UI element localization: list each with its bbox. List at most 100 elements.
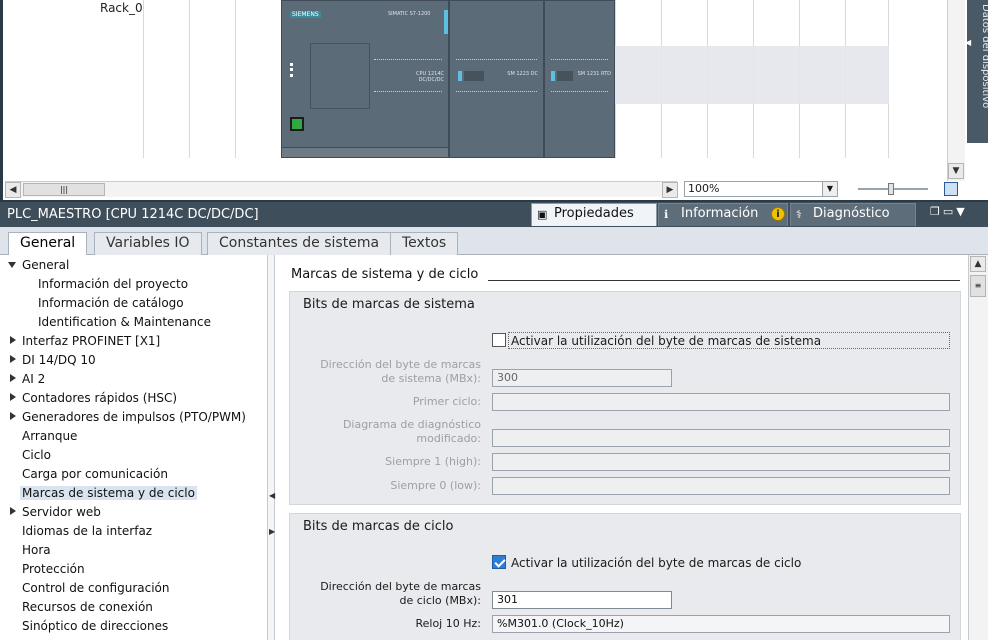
- tree-item-connection-resources[interactable]: Recursos de conexión: [22, 600, 153, 614]
- scroll-up-icon[interactable]: ▲: [970, 256, 986, 272]
- fit-view-icon[interactable]: [944, 182, 958, 196]
- cpu-cover: [310, 43, 370, 109]
- field-label: de ciclo (MBx):: [399, 594, 481, 607]
- scroll-left-icon[interactable]: ◀: [5, 182, 21, 198]
- subtab-general[interactable]: General: [8, 232, 88, 256]
- content-vertical-scrollbar[interactable]: ▲ ≡: [968, 255, 988, 640]
- tree-item-time[interactable]: Hora: [22, 543, 51, 557]
- tree-item-di-dq[interactable]: DI 14/DQ 10: [22, 353, 96, 367]
- scroll-thumb[interactable]: |||: [23, 183, 105, 196]
- scroll-thumb[interactable]: ≡: [970, 275, 986, 297]
- tree-item-cycle[interactable]: Ciclo: [22, 448, 51, 462]
- zoom-dropdown-icon[interactable]: ▼: [822, 181, 838, 197]
- io-strip: [456, 59, 537, 62]
- tree-item-protection[interactable]: Protección: [22, 562, 85, 576]
- signal-module-1[interactable]: SM 1223 DC: [449, 0, 544, 158]
- properties-title: PLC_MAESTRO [CPU 1214C DC/DC/DC]: [7, 207, 259, 222]
- clock-bits-checkbox[interactable]: [492, 555, 506, 569]
- tree-item-general[interactable]: General: [22, 258, 69, 272]
- tab-information[interactable]: ℹ Información: [658, 203, 788, 226]
- module-slot: [464, 71, 484, 81]
- group-title: Bits de marcas de ciclo: [303, 519, 454, 534]
- io-strip: [551, 59, 608, 62]
- rack-slot[interactable]: [189, 0, 235, 158]
- field-label: Reloj 10 Hz:: [415, 617, 481, 630]
- tree-item-identification[interactable]: Identification & Maintenance: [38, 315, 211, 329]
- scroll-right-icon[interactable]: ▶: [662, 182, 678, 198]
- device-data-side-tab[interactable]: Datos del dispositivo: [967, 0, 988, 143]
- tree-item-startup[interactable]: Arranque: [22, 429, 77, 443]
- clock-10hz-field[interactable]: %M301.0 (Clock_10Hz): [492, 615, 950, 633]
- tree-item-ai[interactable]: AI 2: [22, 372, 45, 386]
- device-view[interactable]: Rack_0 SIEMENS SIMATIC S7-1200 CPU 1214C…: [0, 0, 988, 200]
- device-horizontal-scrollbar[interactable]: ◀ ||| ▶: [5, 181, 678, 198]
- cpu-indicator: [444, 10, 448, 34]
- tree-item-config-control[interactable]: Control de configuración: [22, 581, 170, 595]
- module-slot: [557, 71, 573, 81]
- collapsed-arrow-icon[interactable]: [10, 412, 16, 420]
- signal-module-2[interactable]: SM 1231 RTD: [544, 0, 615, 158]
- collapse-icon[interactable]: ▼: [956, 205, 967, 218]
- sub-tab-bar: General Variables IO Constantes de siste…: [0, 227, 988, 256]
- system-bits-checkbox[interactable]: [492, 333, 506, 347]
- collapsed-arrow-icon[interactable]: [10, 374, 16, 382]
- system-byte-address-field[interactable]: 300: [492, 369, 672, 387]
- window-controls[interactable]: ❐▭▼: [930, 205, 968, 218]
- first-cycle-field[interactable]: [492, 393, 950, 411]
- cpu-terminal-strip: [282, 147, 448, 157]
- field-label: Siempre 0 (low):: [390, 479, 481, 492]
- collapsed-arrow-icon[interactable]: [10, 507, 16, 515]
- collapsed-arrow-icon[interactable]: [10, 336, 16, 344]
- collapse-arrow-icon[interactable]: ◀: [965, 38, 971, 50]
- rack-slot[interactable]: [143, 0, 189, 158]
- module-led: [551, 71, 555, 81]
- collapsed-arrow-icon[interactable]: [10, 393, 16, 401]
- tree-item-pulse-generators[interactable]: Generadores de impulsos (PTO/PWM): [22, 410, 246, 424]
- field-label: Siempre 1 (high):: [385, 455, 481, 468]
- collapse-left-icon[interactable]: ◀: [269, 491, 275, 500]
- module-led: [458, 71, 462, 81]
- tree-item-hsc[interactable]: Contadores rápidos (HSC): [22, 391, 177, 405]
- maximize-icon[interactable]: ▭: [943, 205, 956, 218]
- tree-item-profinet[interactable]: Interfaz PROFINET [X1]: [22, 334, 160, 348]
- cpu-model: SIMATIC S7-1200: [388, 11, 431, 17]
- always-high-field[interactable]: [492, 453, 950, 471]
- tree-item-web-server[interactable]: Servidor web: [22, 505, 101, 519]
- cpu-module[interactable]: SIEMENS SIMATIC S7-1200 CPU 1214C DC/DC/…: [281, 0, 449, 158]
- info-icon: ℹ: [664, 208, 669, 221]
- zoom-slider-handle[interactable]: [888, 183, 894, 195]
- field-label: de sistema (MBx):: [381, 372, 481, 385]
- subtab-io-variables[interactable]: Variables IO: [94, 232, 202, 255]
- tree-item-project-info[interactable]: Información del proyecto: [38, 277, 188, 291]
- system-bits-enable-label[interactable]: Activar la utilización del byte de marca…: [511, 334, 821, 348]
- collapsed-arrow-icon[interactable]: [10, 355, 16, 363]
- io-strip: [456, 91, 537, 94]
- tree-item-address-overview[interactable]: Sinóptico de direcciones: [22, 619, 168, 633]
- scroll-down-icon[interactable]: ▼: [948, 163, 964, 179]
- tab-diagnostics[interactable]: ⚕ Diagnóstico: [790, 203, 916, 226]
- panel-splitter[interactable]: ◀ ▶: [267, 255, 275, 640]
- tree-item-comm-load[interactable]: Carga por comunicación: [22, 467, 168, 481]
- rack-slot[interactable]: [235, 0, 281, 158]
- always-low-field[interactable]: [492, 477, 950, 495]
- diag-changed-field[interactable]: [492, 429, 950, 447]
- led-icon: [290, 63, 298, 77]
- expanded-arrow-icon[interactable]: [8, 262, 16, 268]
- properties-icon: ▣: [537, 208, 548, 221]
- tab-label: Información: [681, 206, 759, 221]
- tree-item-system-clock-memory[interactable]: Marcas de sistema y de ciclo: [20, 486, 197, 500]
- device-vertical-scrollbar[interactable]: ▼: [947, 0, 965, 181]
- info-badge-icon: i: [771, 207, 785, 221]
- expand-right-icon[interactable]: ▶: [269, 527, 275, 536]
- tree-item-catalog-info[interactable]: Información de catálogo: [38, 296, 184, 310]
- field-label: Dirección del byte de marcas: [320, 358, 481, 371]
- tree-item-ui-languages[interactable]: Idiomas de la interfaz: [22, 524, 152, 538]
- zoom-select[interactable]: 100%: [684, 181, 838, 197]
- subtab-system-constants[interactable]: Constantes de sistema: [207, 232, 392, 255]
- clock-bits-enable-label[interactable]: Activar la utilización del byte de marca…: [511, 556, 801, 570]
- subtab-texts[interactable]: Textos: [390, 232, 459, 255]
- tab-properties[interactable]: ▣ Propiedades: [531, 203, 657, 226]
- section-divider: [488, 280, 960, 281]
- float-window-icon[interactable]: ❐: [930, 205, 943, 218]
- clock-byte-address-field[interactable]: 301: [492, 591, 672, 609]
